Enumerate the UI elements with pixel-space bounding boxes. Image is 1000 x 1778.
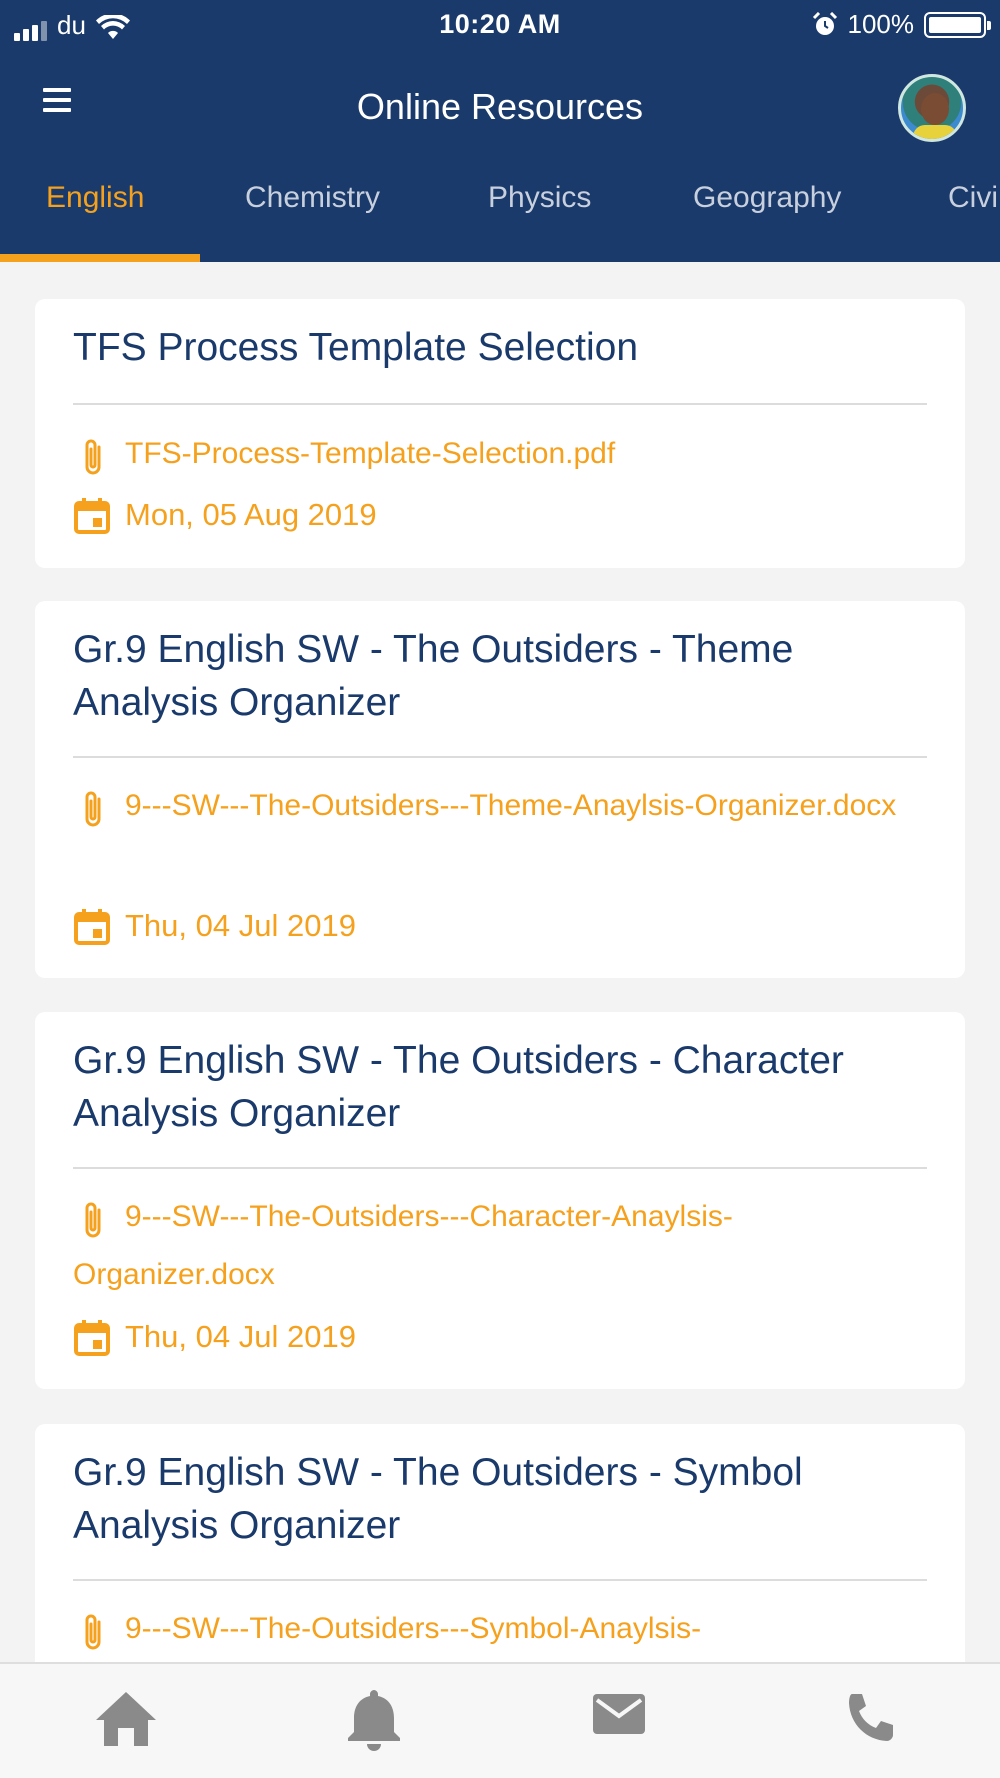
resource-list: TFS Process Template Selection TFS-Proce… — [0, 262, 1000, 1662]
tab-civics[interactable]: Civi — [948, 165, 998, 262]
resource-card[interactable]: TFS Process Template Selection TFS-Proce… — [35, 299, 965, 568]
battery-percent: 100% — [847, 9, 915, 39]
resource-date: Mon, 05 Aug 2019 — [73, 495, 377, 535]
home-button[interactable] — [86, 1684, 166, 1754]
tab-chemistry[interactable]: Chemistry — [245, 165, 380, 262]
divider — [73, 1167, 927, 1169]
resource-date: Thu, 04 Jul 2019 — [73, 906, 356, 946]
battery-icon — [924, 11, 991, 38]
paperclip-icon — [85, 791, 101, 827]
resource-card[interactable]: Gr.9 English SW - The Outsiders - Theme … — [35, 601, 965, 978]
date-text: Mon, 05 Aug 2019 — [125, 497, 377, 532]
tab-geography[interactable]: Geography — [693, 165, 841, 262]
subject-tabs: English Chemistry Physics Geography Civi — [0, 165, 1000, 262]
messages-button[interactable] — [579, 1684, 659, 1754]
attachment-filename: 9---SW---The-Outsiders---Theme-Anaylsis-… — [125, 789, 897, 822]
calendar-icon — [74, 909, 110, 945]
screen: du 10:20 AM 100% Online Resources Englis… — [0, 0, 1000, 1778]
page-title: Online Resources — [356, 86, 644, 127]
divider — [73, 756, 927, 758]
bell-icon — [348, 1690, 400, 1751]
paperclip-icon — [85, 1614, 101, 1650]
resource-date: Thu, 04 Jul 2019 — [73, 1317, 356, 1357]
resource-title: Gr.9 English SW - The Outsiders - Charac… — [73, 1039, 844, 1135]
avatar[interactable] — [898, 74, 966, 142]
top-bar: du 10:20 AM 100% Online Resources Englis… — [0, 0, 1000, 262]
paperclip-icon — [85, 1202, 101, 1238]
paperclip-icon — [85, 439, 101, 475]
resource-card[interactable]: Gr.9 English SW - The Outsiders - Charac… — [35, 1012, 965, 1389]
date-text: Thu, 04 Jul 2019 — [125, 1319, 356, 1354]
notifications-button[interactable] — [334, 1684, 414, 1754]
resource-title: Gr.9 English SW - The Outsiders - Theme … — [73, 628, 794, 724]
date-text: Thu, 04 Jul 2019 — [125, 908, 356, 943]
alarm-icon — [812, 11, 837, 35]
tab-physics[interactable]: Physics — [488, 165, 591, 262]
active-tab-indicator — [0, 254, 200, 262]
call-button[interactable] — [828, 1684, 908, 1754]
resource-title: TFS Process Template Selection — [73, 326, 639, 369]
app-bar: Online Resources — [0, 50, 1000, 165]
status-right: 100% — [812, 9, 991, 40]
attachment-link[interactable]: TFS-Process-Template-Selection.pdf — [73, 425, 905, 483]
phone-icon — [849, 1694, 893, 1741]
mail-icon — [593, 1694, 645, 1734]
attachment-filename: 9---SW---The-Outsiders---Symbol-Anaylsis… — [125, 1612, 702, 1645]
attachment-filename: TFS-Process-Template-Selection.pdf — [125, 437, 616, 470]
divider — [73, 403, 927, 405]
calendar-icon — [74, 498, 110, 534]
calendar-icon — [74, 1320, 110, 1356]
divider — [73, 1579, 927, 1581]
resource-title: Gr.9 English SW - The Outsiders - Symbol… — [73, 1451, 803, 1547]
bottom-nav — [0, 1662, 1000, 1778]
attachment-link[interactable]: 9---SW---The-Outsiders---Symbol-Anaylsis… — [73, 1600, 905, 1658]
attachment-filename: 9---SW---The-Outsiders---Character-Anayl… — [73, 1200, 733, 1291]
home-icon — [96, 1692, 156, 1746]
status-bar: du 10:20 AM 100% — [0, 0, 1000, 50]
tab-english[interactable]: English — [46, 165, 144, 262]
resource-card[interactable]: Gr.9 English SW - The Outsiders - Symbol… — [35, 1424, 965, 1662]
attachment-link[interactable]: 9---SW---The-Outsiders---Character-Anayl… — [73, 1188, 905, 1304]
attachment-link[interactable]: 9---SW---The-Outsiders---Theme-Anaylsis-… — [73, 777, 905, 835]
